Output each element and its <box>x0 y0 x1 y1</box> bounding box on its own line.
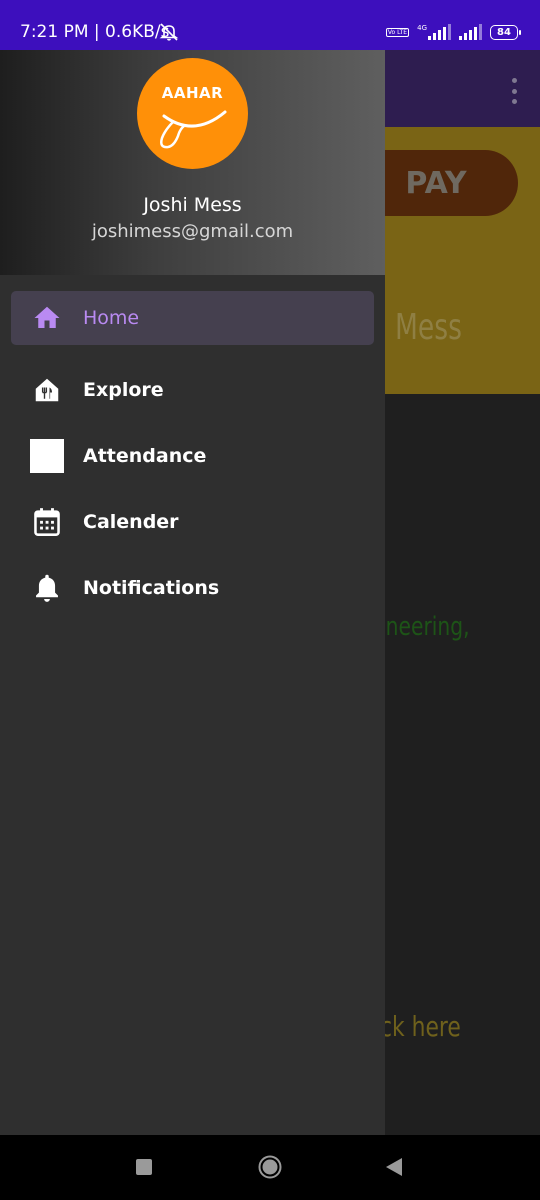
more-options-icon[interactable] <box>510 78 518 104</box>
volte-icon: Vo LTE <box>385 27 410 37</box>
system-nav-bar <box>0 1135 540 1200</box>
menu-label-explore: Explore <box>83 379 164 401</box>
user-name: Joshi Mess <box>143 194 242 216</box>
home-icon <box>30 301 64 335</box>
signal-2-icon <box>459 24 482 40</box>
drawer-menu: Home Explore Attendance Calender Notific… <box>0 291 385 621</box>
restaurant-icon <box>30 373 64 407</box>
status-time: 7:21 PM | 0.6KB/s <box>20 22 170 42</box>
selected-highlight <box>11 291 374 345</box>
drawer-header: AAHAR Joshi Mess joshimess@gmail.com <box>0 50 385 275</box>
menu-item-calender[interactable]: Calender <box>0 489 385 555</box>
menu-item-home[interactable]: Home <box>0 291 385 357</box>
smile-tongue-icon <box>160 110 227 149</box>
user-email: joshimess@gmail.com <box>91 221 294 242</box>
menu-label-calender: Calender <box>83 511 179 533</box>
battery-icon: 84 <box>490 24 521 40</box>
bell-icon <box>30 571 64 605</box>
menu-label-home: Home <box>83 307 140 329</box>
menu-label-notifications: Notifications <box>83 577 220 599</box>
calendar-icon <box>30 505 64 539</box>
address-text: ineering, <box>380 612 470 642</box>
menu-item-attendance[interactable]: Attendance <box>0 423 385 489</box>
status-bar: 7:21 PM | 0.6KB/s Vo LTE 4G 84 <box>0 0 540 50</box>
navigation-drawer: AAHAR Joshi Mess joshimess@gmail.com Hom… <box>0 50 385 1135</box>
attendance-icon <box>30 439 64 473</box>
bell-muted-icon <box>159 23 179 41</box>
menu-label-attendance: Attendance <box>83 445 207 467</box>
back-nav-icon[interactable] <box>385 1157 403 1177</box>
network-type: 4G <box>417 24 427 32</box>
click-here-link[interactable]: ck here <box>380 1010 461 1043</box>
menu-item-notifications[interactable]: Notifications <box>0 555 385 621</box>
menu-item-explore[interactable]: Explore <box>0 357 385 423</box>
home-nav-icon[interactable] <box>258 1155 282 1179</box>
signal-1-icon <box>428 24 451 40</box>
recent-apps-icon[interactable] <box>136 1159 152 1175</box>
aahar-logo: AAHAR <box>137 58 248 169</box>
mess-title: Mess <box>395 307 462 348</box>
